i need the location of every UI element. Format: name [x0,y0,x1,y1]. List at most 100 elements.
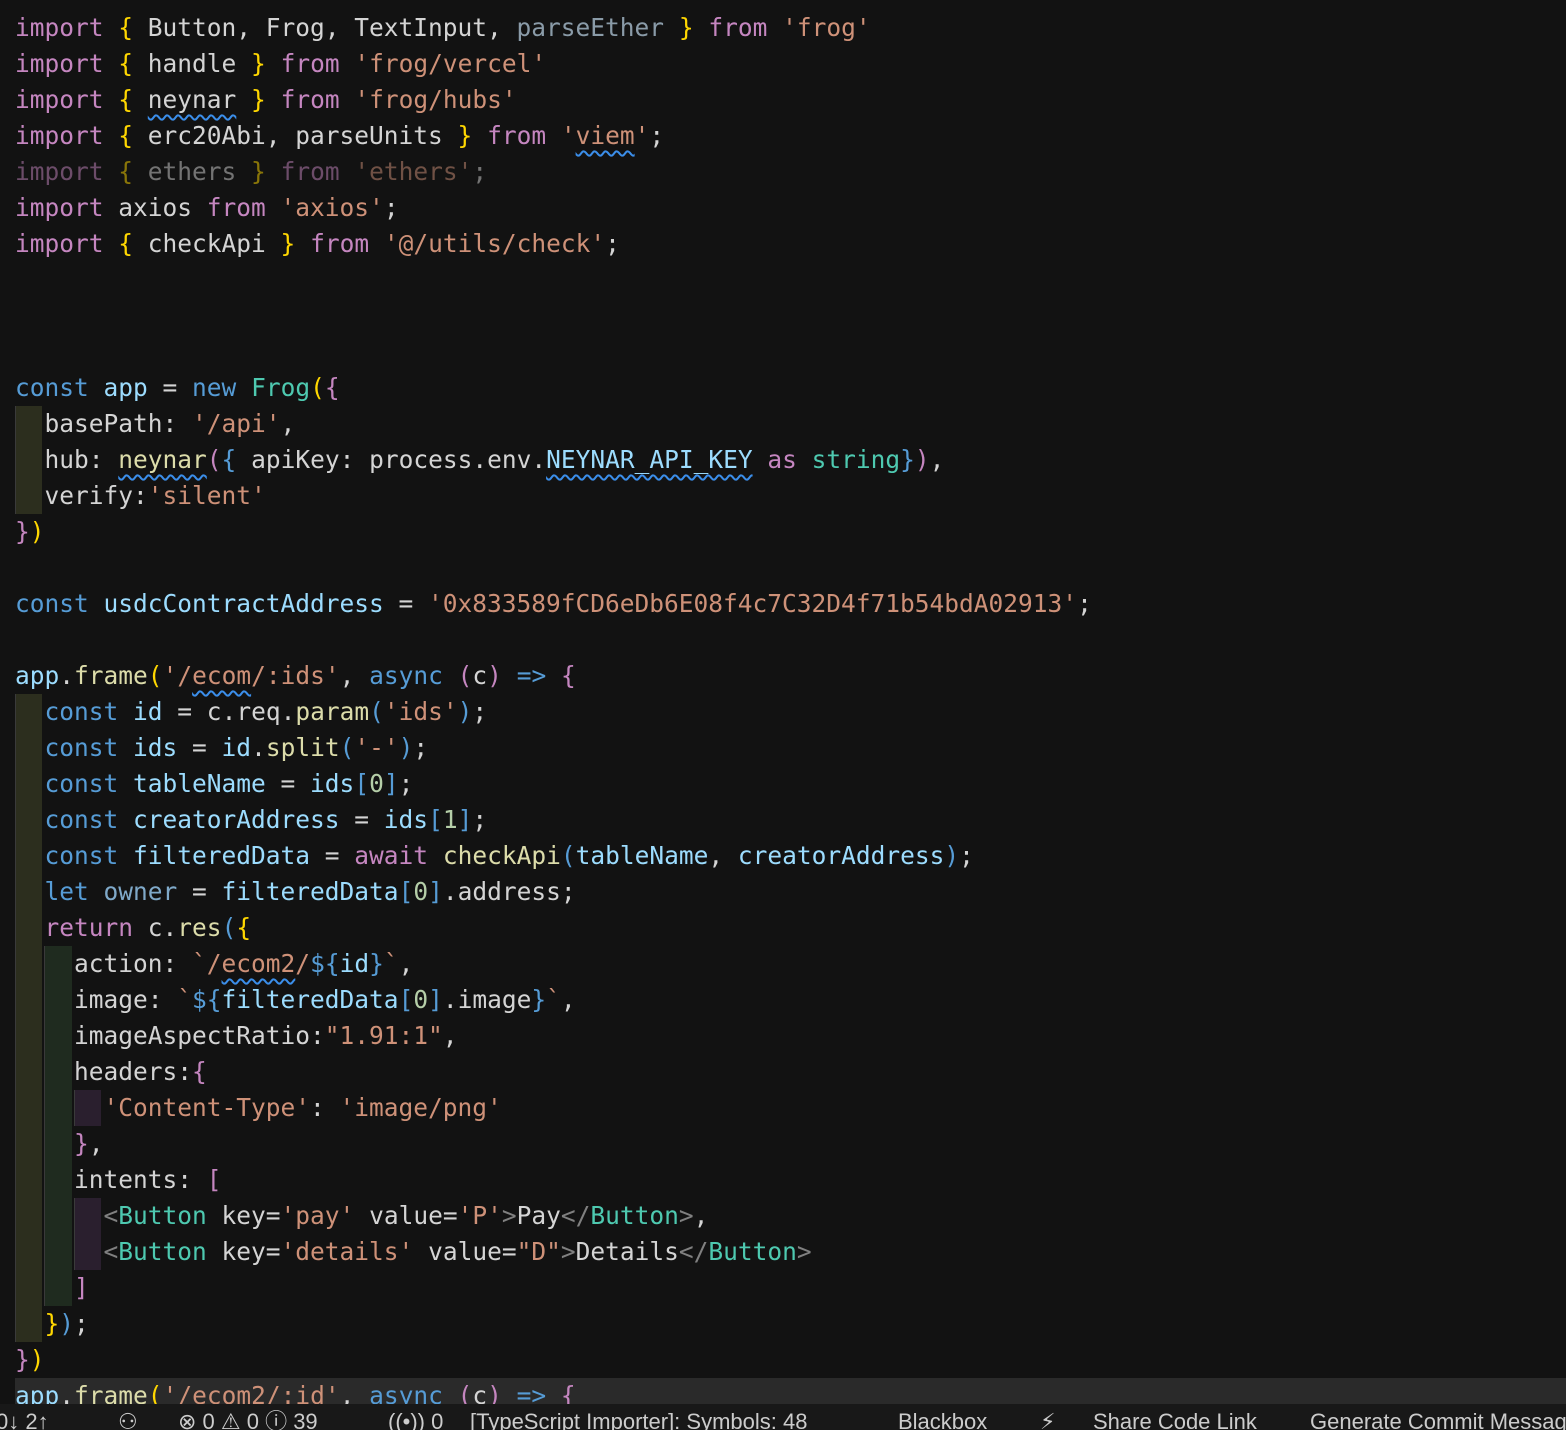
code-line[interactable]: app.frame('/ecom/:ids', async (c) => { [15,658,1566,694]
code-token: 0 [369,769,384,798]
code-token: from [280,157,355,186]
code-line[interactable]: verify:'silent' [15,478,1566,514]
code-line[interactable]: import { neynar } from 'frog/hubs' [15,82,1566,118]
code-token: '0x833589fCD6eDb6E08f4c7C32D4f71b54bdA02… [428,589,1078,618]
code-line[interactable]: const tableName = ids[0]; [15,766,1566,802]
code-token: c [206,697,222,726]
code-line[interactable]: 'Content-Type': 'image/png' [15,1090,1566,1126]
code-line[interactable] [15,298,1566,334]
code-line[interactable]: const usdcContractAddress = '0x833589fCD… [15,586,1566,622]
blackbox-status[interactable]: Blackbox [898,1410,987,1430]
code-token: 1 [442,805,458,834]
code-token: verify: [15,481,148,510]
code-token: id [133,697,178,726]
code-line[interactable]: const filteredData = await checkApi(tabl… [15,838,1566,874]
code-token: { [118,49,148,78]
code-line[interactable]: const ids = id.split('-'); [15,730,1566,766]
code-token: = [398,589,429,618]
code-token: image [457,985,532,1014]
code-line[interactable]: }) [15,1342,1566,1378]
code-line[interactable]: import axios from 'axios'; [15,190,1566,226]
code-line[interactable] [15,550,1566,586]
code-token: tableName [575,841,709,870]
code-line[interactable]: import { erc20Abi, parseUnits } from 'vi… [15,118,1566,154]
code-line[interactable]: headers:{ [15,1054,1566,1090]
code-token: const [15,805,134,834]
code-token: req [236,697,281,726]
code-line[interactable]: app.frame('/ecom2/:id', async (c) => { [15,1378,1566,1404]
code-line[interactable]: import { handle } from 'frog/vercel' [15,46,1566,82]
git-compare-icon[interactable]: ⚇ [118,1410,138,1430]
code-line[interactable]: const creatorAddress = ids[1]; [15,802,1566,838]
code-token: Button [118,1237,222,1266]
code-token: erc20Abi, parseUnits [147,121,443,150]
code-line[interactable]: <Button key='pay' value='P'>Pay</Button>… [15,1198,1566,1234]
code-token: ) [487,661,517,690]
code-token: const [15,841,134,870]
code-line[interactable] [15,262,1566,298]
code-token: split [265,733,340,762]
code-token: const [15,373,104,402]
code-line[interactable]: }) [15,514,1566,550]
code-line[interactable]: image: `${filteredData[0].image}`, [15,982,1566,1018]
code-line[interactable]: import { Button, Frog, TextInput, parseE… [15,10,1566,46]
code-line[interactable]: }, [15,1126,1566,1162]
problems-status[interactable]: ⊗ 0 ⚠ 0 ⓘ 39 [178,1410,318,1430]
code-token: frame [74,661,148,690]
code-line[interactable] [15,334,1566,370]
code-line[interactable]: const app = new Frog({ [15,370,1566,406]
code-token: , [929,445,945,474]
typescript-importer-status[interactable]: [TypeScript Importer]: Symbols: 48 [470,1410,807,1430]
code-line[interactable]: let owner = filteredData[0].address; [15,874,1566,910]
code-token: string [811,445,901,474]
code-line[interactable]: basePath: '/api', [15,406,1566,442]
code-line[interactable]: hub: neynar({ apiKey: process.env.NEYNAR… [15,442,1566,478]
code-token: ${ [192,985,222,1014]
ports-count: 0 [431,1409,444,1430]
code-token: } [74,1129,89,1158]
status-bar: 0↓ 2↑ ⚇ ⊗ 0 ⚠ 0 ⓘ 39 ((•)) 0 [TypeScript… [0,1404,1566,1430]
code-token: ; [472,697,488,726]
code-line[interactable]: imageAspectRatio:"1.91:1", [15,1018,1566,1054]
code-token: ` [546,985,561,1014]
code-token: { [324,373,340,402]
code-token: action: [15,949,193,978]
code-token-warning: viem [575,121,635,150]
code-line[interactable]: action: `/ecom2/${id}`, [15,946,1566,982]
code-token: ( [560,841,576,870]
lightning-icon[interactable]: ⚡︎ [1040,1410,1055,1430]
code-token: { [118,85,148,114]
code-line[interactable]: }); [15,1306,1566,1342]
code-line[interactable]: import { checkApi } from '@/utils/check'… [15,226,1566,262]
code-token: ' [560,121,576,150]
code-token: . [221,697,237,726]
code-token: const [15,769,134,798]
code-token: return [15,913,148,942]
code-line[interactable]: import { ethers } from 'ethers'; [15,154,1566,190]
code-line[interactable]: <Button key='details' value="D">Details<… [15,1234,1566,1270]
code-token: [ [428,805,443,834]
code-token: await [354,841,443,870]
code-editor[interactable]: import { Button, Frog, TextInput, parseE… [0,0,1566,1404]
share-code-link-button[interactable]: Share Code Link [1093,1410,1257,1430]
code-line[interactable]: return c.res({ [15,910,1566,946]
sync-status[interactable]: 0↓ 2↑ [0,1410,49,1430]
code-token: 0 [413,985,429,1014]
ports-status[interactable]: ((•)) 0 [388,1410,443,1430]
code-token: . [442,877,458,906]
code-token: Frog [251,373,311,402]
code-token: app [15,1381,60,1404]
code-token: checkApi [442,841,561,870]
code-token: address [457,877,561,906]
code-token: } [369,949,384,978]
code-token: < [15,1237,119,1266]
code-line[interactable] [15,622,1566,658]
generate-commit-message-button[interactable]: Generate Commit Message [1310,1410,1566,1430]
code-line[interactable]: intents: [ [15,1162,1566,1198]
code-token-warning: neynar [147,85,237,114]
code-line[interactable]: const id = c.req.param('ids'); [15,694,1566,730]
code-line[interactable]: ] [15,1270,1566,1306]
code-token: = [192,877,222,906]
code-token: 'frog/hubs' [354,85,517,114]
